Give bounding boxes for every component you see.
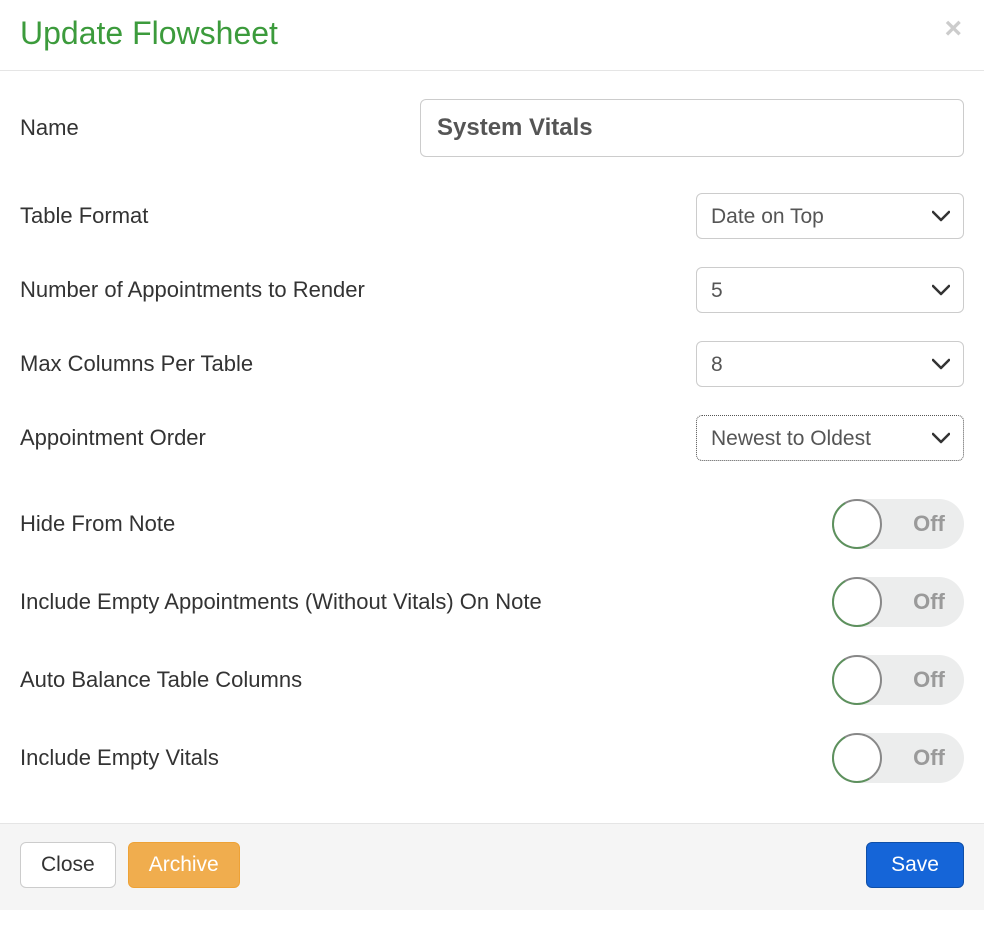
modal-title: Update Flowsheet	[20, 14, 964, 52]
include-empty-appts-row: Include Empty Appointments (Without Vita…	[20, 577, 964, 627]
archive-button[interactable]: Archive	[128, 842, 240, 888]
save-button[interactable]: Save	[866, 842, 964, 888]
include-empty-vitals-row: Include Empty Vitals Off	[20, 733, 964, 783]
footer-left: Close Archive	[20, 842, 240, 888]
appt-order-select[interactable]: Newest to Oldest	[696, 415, 964, 461]
hide-from-note-row: Hide From Note Off	[20, 499, 964, 549]
max-columns-select-wrap: 8	[696, 341, 964, 387]
max-columns-select[interactable]: 8	[696, 341, 964, 387]
include-empty-vitals-toggle[interactable]: Off	[832, 733, 964, 783]
toggle-state-label: Off	[894, 589, 964, 615]
modal-footer: Close Archive Save	[0, 823, 984, 910]
include-empty-appts-toggle[interactable]: Off	[832, 577, 964, 627]
name-row: Name	[20, 99, 964, 157]
table-format-label: Table Format	[20, 203, 696, 229]
num-appointments-row: Number of Appointments to Render 5	[20, 267, 964, 313]
update-flowsheet-modal: Update Flowsheet × Name Table Format Dat…	[0, 0, 984, 910]
appt-order-select-wrap: Newest to Oldest	[696, 415, 964, 461]
toggle-state-label: Off	[894, 667, 964, 693]
include-empty-vitals-label: Include Empty Vitals	[20, 745, 832, 771]
table-format-row: Table Format Date on Top	[20, 193, 964, 239]
toggle-knob	[832, 733, 882, 783]
name-input[interactable]	[420, 99, 964, 157]
toggle-state-label: Off	[894, 745, 964, 771]
toggle-knob	[832, 577, 882, 627]
auto-balance-label: Auto Balance Table Columns	[20, 667, 832, 693]
name-label: Name	[20, 115, 420, 141]
close-button[interactable]: Close	[20, 842, 116, 888]
hide-from-note-label: Hide From Note	[20, 511, 832, 537]
max-columns-label: Max Columns Per Table	[20, 351, 696, 377]
include-empty-appts-label: Include Empty Appointments (Without Vita…	[20, 589, 832, 615]
num-appointments-label: Number of Appointments to Render	[20, 277, 696, 303]
table-format-select[interactable]: Date on Top	[696, 193, 964, 239]
modal-body: Name Table Format Date on Top Number of …	[0, 71, 984, 823]
max-columns-row: Max Columns Per Table 8	[20, 341, 964, 387]
toggle-knob	[832, 655, 882, 705]
appt-order-label: Appointment Order	[20, 425, 696, 451]
close-icon[interactable]: ×	[944, 14, 962, 44]
modal-header: Update Flowsheet ×	[0, 0, 984, 71]
appt-order-row: Appointment Order Newest to Oldest	[20, 415, 964, 461]
auto-balance-toggle[interactable]: Off	[832, 655, 964, 705]
auto-balance-row: Auto Balance Table Columns Off	[20, 655, 964, 705]
num-appointments-select-wrap: 5	[696, 267, 964, 313]
num-appointments-select[interactable]: 5	[696, 267, 964, 313]
toggle-knob	[832, 499, 882, 549]
toggle-state-label: Off	[894, 511, 964, 537]
table-format-select-wrap: Date on Top	[696, 193, 964, 239]
hide-from-note-toggle[interactable]: Off	[832, 499, 964, 549]
